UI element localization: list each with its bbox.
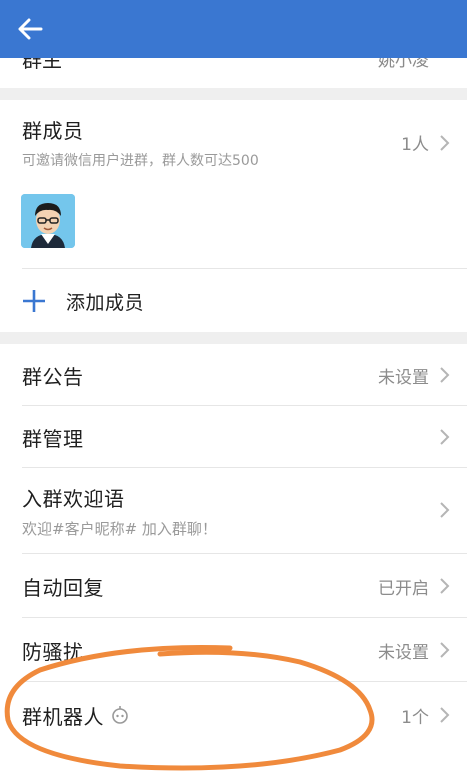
welcome-title: 入群欢迎语 xyxy=(22,487,125,511)
members-subtitle: 可邀请微信用户进群，群人数可达500 xyxy=(22,152,259,169)
members-count: 1人 xyxy=(401,135,429,155)
add-member-row[interactable]: 添加成员 xyxy=(0,270,467,332)
group-owner-label: 群主 xyxy=(22,58,62,72)
settings-row-anti-harass[interactable]: 防骚扰 未设置 xyxy=(0,618,467,682)
anti-harass-title: 防骚扰 xyxy=(22,639,84,664)
chevron-right-icon xyxy=(440,134,450,151)
members-title: 群成员 xyxy=(22,118,84,143)
app-header xyxy=(0,0,467,58)
group-bot-value: 1个 xyxy=(401,707,429,728)
announcement-title: 群公告 xyxy=(22,364,84,389)
announcement-value: 未设置 xyxy=(378,367,429,388)
chevron-right-icon xyxy=(440,367,450,383)
chevron-right-icon xyxy=(440,578,450,594)
add-member-label: 添加成员 xyxy=(66,291,145,314)
arrow-left-icon xyxy=(18,18,43,40)
members-row[interactable]: 群成员 可邀请微信用户进群，群人数可达500 1人 xyxy=(0,100,467,184)
welcome-subtitle: 欢迎#客户昵称# 加入群聊！ xyxy=(22,520,217,538)
robot-icon xyxy=(112,706,128,724)
chevron-right-icon xyxy=(440,642,450,658)
settings-row-group-bot[interactable]: 群机器人 1个 xyxy=(0,682,467,748)
group-owner-value: 姚小凌 xyxy=(378,58,429,71)
settings-row-welcome[interactable]: 入群欢迎语 欢迎#客户昵称# 加入群聊！ xyxy=(0,468,467,554)
anti-harass-value: 未设置 xyxy=(378,642,429,663)
divider xyxy=(22,268,467,269)
auto-reply-title: 自动回复 xyxy=(22,575,104,600)
settings-row-announcement[interactable]: 群公告 未设置 xyxy=(0,344,467,406)
management-title: 群管理 xyxy=(22,426,84,451)
settings-row-auto-reply[interactable]: 自动回复 已开启 xyxy=(0,554,467,618)
group-bot-title: 群机器人 xyxy=(22,704,104,729)
back-button[interactable] xyxy=(0,0,60,58)
chevron-right-icon xyxy=(440,502,450,518)
group-owner-row[interactable]: 群主 姚小凌 xyxy=(0,58,467,88)
settings-row-management[interactable]: 群管理 xyxy=(0,406,467,468)
avatar-image xyxy=(21,194,75,248)
chevron-right-icon xyxy=(440,429,450,445)
plus-icon xyxy=(23,290,45,312)
chevron-right-icon xyxy=(440,707,450,723)
settings-section: 群公告 未设置 群管理 入群欢迎语 欢迎#客户昵称# 加入群聊！ 自动回复 已开… xyxy=(0,344,467,771)
auto-reply-value: 已开启 xyxy=(378,578,429,599)
member-avatar[interactable] xyxy=(21,194,75,248)
members-section: 群成员 可邀请微信用户进群，群人数可达500 1人 添加成员 xyxy=(0,100,467,332)
